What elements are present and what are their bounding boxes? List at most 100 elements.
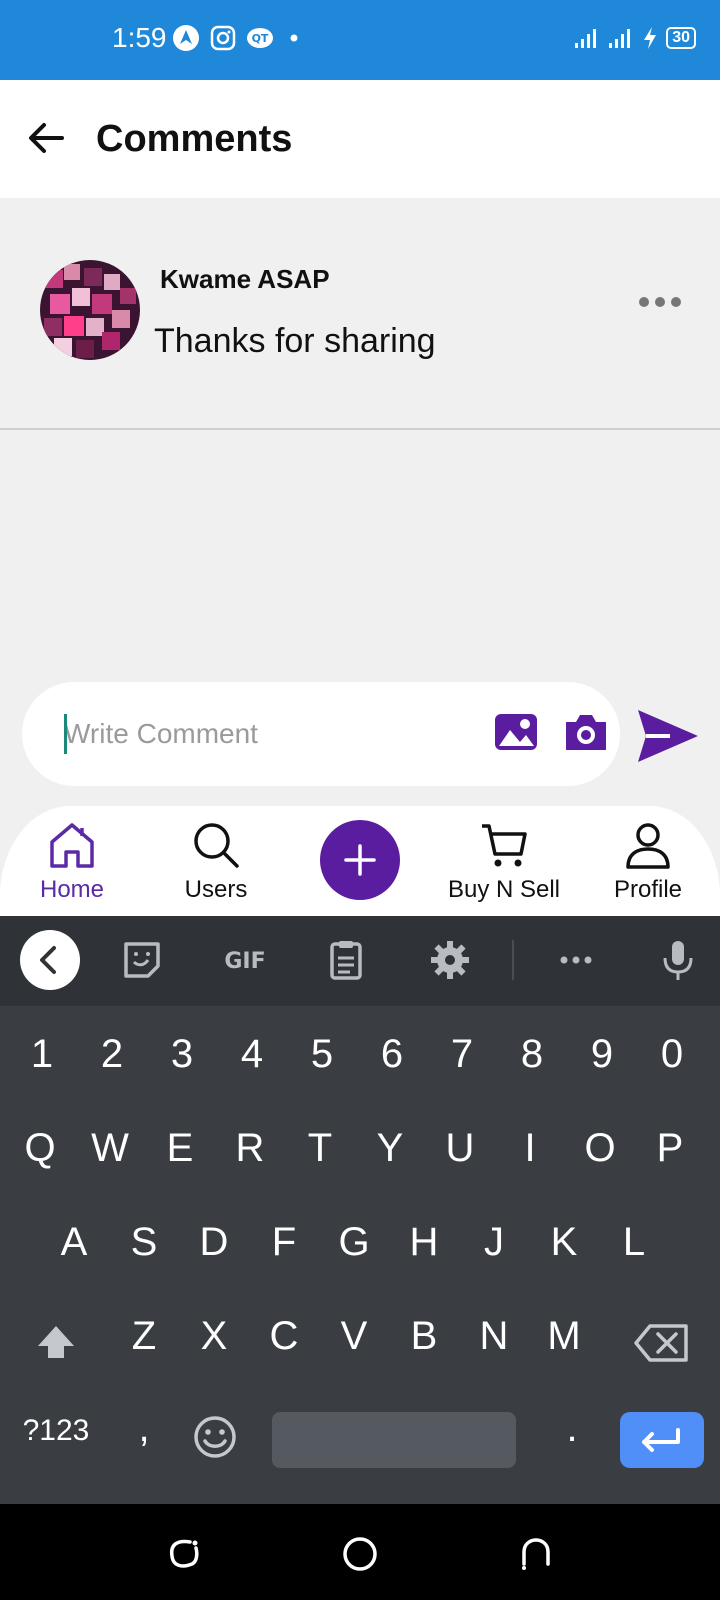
signal-icon	[609, 29, 631, 48]
status-icons-left: QT	[172, 24, 304, 52]
key-l[interactable]: L	[604, 1220, 664, 1265]
key-0[interactable]: 0	[642, 1032, 702, 1077]
backspace-key-icon[interactable]	[632, 1318, 692, 1368]
app-bar: Comments	[0, 80, 720, 198]
key-8[interactable]: 8	[502, 1032, 562, 1077]
key-y[interactable]: Y	[360, 1126, 420, 1171]
key-2[interactable]: 2	[82, 1032, 142, 1077]
comma-key[interactable]: ,	[114, 1406, 174, 1451]
settings-gear-icon[interactable]	[428, 938, 472, 982]
key-i[interactable]: I	[500, 1126, 560, 1171]
bottom-nav: Home Users Buy N Sell Profile	[0, 806, 720, 916]
symbols-key[interactable]: ?123	[20, 1414, 92, 1448]
instagram-icon	[210, 25, 236, 51]
nav-home-label: Home	[39, 876, 105, 903]
avatar[interactable]	[40, 260, 140, 360]
key-b[interactable]: B	[394, 1314, 454, 1359]
enter-icon	[642, 1428, 680, 1452]
camera-icon[interactable]	[562, 710, 610, 754]
key-w[interactable]: W	[80, 1126, 140, 1171]
toolbar-divider	[512, 940, 514, 980]
nav-profile-label: Profile	[613, 876, 683, 903]
comment-text: Thanks for sharing	[154, 322, 436, 360]
chevron-left-icon	[40, 946, 56, 974]
key-1[interactable]: 1	[12, 1032, 72, 1077]
key-q[interactable]: Q	[10, 1126, 70, 1171]
key-p[interactable]: P	[640, 1126, 700, 1171]
key-9[interactable]: 9	[572, 1032, 632, 1077]
home-circle-icon[interactable]	[340, 1534, 380, 1574]
key-x[interactable]: X	[184, 1314, 244, 1359]
person-icon	[626, 823, 670, 869]
battery-icon: 30	[666, 27, 696, 49]
keyboard-toolbar: GIF	[0, 916, 720, 1006]
plus-icon	[344, 844, 376, 876]
nav-home[interactable]: Home	[2, 820, 142, 904]
key-j[interactable]: J	[464, 1220, 524, 1265]
key-r[interactable]: R	[220, 1126, 280, 1171]
key-k[interactable]: K	[534, 1220, 594, 1265]
key-u[interactable]: U	[430, 1126, 490, 1171]
comment-input[interactable]	[64, 710, 484, 758]
comment-author[interactable]: Kwame ASAP	[160, 264, 330, 295]
key-4[interactable]: 4	[222, 1032, 282, 1077]
key-n[interactable]: N	[464, 1314, 524, 1359]
text-caret	[64, 714, 67, 754]
avatar-image	[40, 260, 140, 360]
sticker-icon[interactable]	[120, 938, 164, 982]
enter-key[interactable]	[620, 1412, 704, 1468]
send-icon[interactable]	[636, 708, 700, 764]
key-d[interactable]: D	[184, 1220, 244, 1265]
key-c[interactable]: C	[254, 1314, 314, 1359]
system-nav-bar	[0, 1504, 720, 1600]
key-f[interactable]: F	[254, 1220, 314, 1265]
key-3[interactable]: 3	[152, 1032, 212, 1077]
nav-users[interactable]: Users	[146, 820, 286, 904]
key-5[interactable]: 5	[292, 1032, 352, 1077]
key-g[interactable]: G	[324, 1220, 384, 1265]
more-icon[interactable]	[554, 938, 598, 982]
comment-composer	[22, 682, 620, 786]
gallery-icon[interactable]	[492, 708, 540, 756]
key-v[interactable]: V	[324, 1314, 384, 1359]
key-z[interactable]: Z	[114, 1314, 174, 1359]
nav-users-label: Users	[184, 876, 248, 903]
recents-icon[interactable]	[164, 1534, 204, 1574]
back-arrow-icon[interactable]	[24, 116, 68, 160]
nav-buy-n-sell[interactable]: Buy N Sell	[434, 820, 574, 904]
shift-key-icon[interactable]	[26, 1318, 86, 1368]
qt-icon: QT	[247, 28, 273, 48]
home-icon	[50, 823, 94, 868]
nav-profile[interactable]: Profile	[578, 820, 718, 904]
nav-buy-n-sell-label: Buy N Sell	[447, 876, 561, 903]
status-bar: 1:59 QT 30	[0, 0, 720, 80]
cart-icon	[482, 824, 527, 867]
microphone-icon[interactable]	[656, 938, 700, 982]
key-h[interactable]: H	[394, 1220, 454, 1265]
key-a[interactable]: A	[44, 1220, 104, 1265]
key-m[interactable]: M	[534, 1314, 594, 1359]
keyboard-collapse-button[interactable]	[20, 930, 80, 990]
charging-icon	[644, 27, 657, 49]
svg-text:QT: QT	[252, 32, 269, 45]
back-nav-icon[interactable]	[516, 1534, 556, 1574]
key-s[interactable]: S	[114, 1220, 174, 1265]
key-t[interactable]: T	[290, 1126, 350, 1171]
key-7[interactable]: 7	[432, 1032, 492, 1077]
comment-item: Kwame ASAP Thanks for sharing	[0, 198, 720, 430]
more-options-icon[interactable]	[636, 292, 684, 312]
key-e[interactable]: E	[150, 1126, 210, 1171]
dot-icon	[290, 34, 298, 42]
emoji-key-icon[interactable]	[190, 1412, 240, 1462]
key-o[interactable]: O	[570, 1126, 630, 1171]
gif-label: GIF	[224, 949, 265, 974]
key-6[interactable]: 6	[362, 1032, 422, 1077]
status-icons-right: 30	[574, 26, 696, 50]
keyboard: 1 2 3 4 5 6 7 8 9 0 Q W E R T Y U I O P …	[0, 1006, 720, 1504]
clipboard-icon[interactable]	[324, 938, 368, 982]
page-title: Comments	[96, 118, 293, 160]
space-key[interactable]	[272, 1412, 516, 1468]
period-key[interactable]: .	[542, 1406, 602, 1451]
gif-button[interactable]: GIF	[218, 938, 272, 982]
add-post-button[interactable]	[320, 820, 400, 900]
